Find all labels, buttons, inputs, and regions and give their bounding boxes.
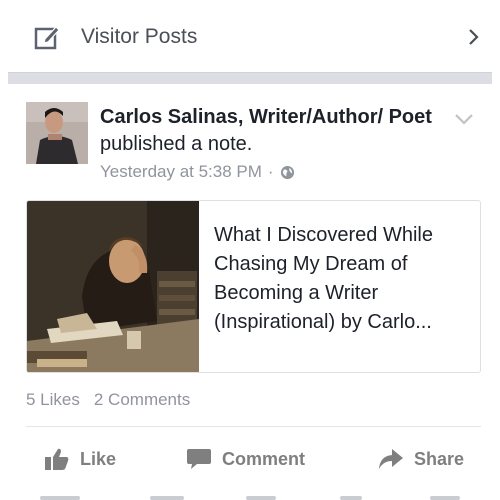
like-button[interactable]: Like <box>44 444 116 474</box>
reaction-counts: 5 Likes 2 Comments <box>26 390 190 410</box>
note-thumbnail <box>27 201 199 372</box>
avatar-photo <box>26 102 88 164</box>
note-title: What I Discovered While Chasing My Dream… <box>214 224 433 333</box>
bottom-toolbar-edge <box>0 492 500 500</box>
meta-separator: · <box>267 162 274 181</box>
visitor-posts-row[interactable]: Visitor Posts <box>0 0 500 72</box>
likes-count[interactable]: 5 Likes <box>26 390 80 410</box>
thumbs-up-icon <box>45 448 69 470</box>
comment-icon <box>187 449 211 469</box>
comments-count[interactable]: 2 Comments <box>94 390 190 410</box>
visitor-posts-label: Visitor Posts <box>81 25 198 48</box>
post-meta: Yesterday at 5:38 PM · <box>100 162 295 182</box>
post-options-chevron-icon[interactable] <box>454 112 474 126</box>
author-name[interactable]: Carlos Salinas, Writer/Author/ Poet <box>100 106 432 128</box>
share-label: Share <box>414 448 465 469</box>
comment-button[interactable]: Comment <box>186 444 305 474</box>
section-divider <box>8 72 492 84</box>
note-link-card[interactable]: What I Discovered While Chasing My Dream… <box>26 200 481 373</box>
like-label: Like <box>80 448 117 469</box>
chevron-right-icon <box>469 29 479 45</box>
share-button[interactable]: Share <box>378 444 464 474</box>
counts-divider <box>26 426 481 427</box>
author-avatar[interactable] <box>26 102 88 164</box>
post-header: Carlos Salinas, Writer/Author/ Poet publ… <box>100 104 440 158</box>
share-icon <box>379 449 403 469</box>
post-action-text: published a note. <box>100 133 253 155</box>
comment-label: Comment <box>222 448 306 469</box>
globe-icon <box>280 165 294 179</box>
post-timestamp[interactable]: Yesterday at 5:38 PM <box>100 162 262 182</box>
edit-icon <box>34 26 60 50</box>
